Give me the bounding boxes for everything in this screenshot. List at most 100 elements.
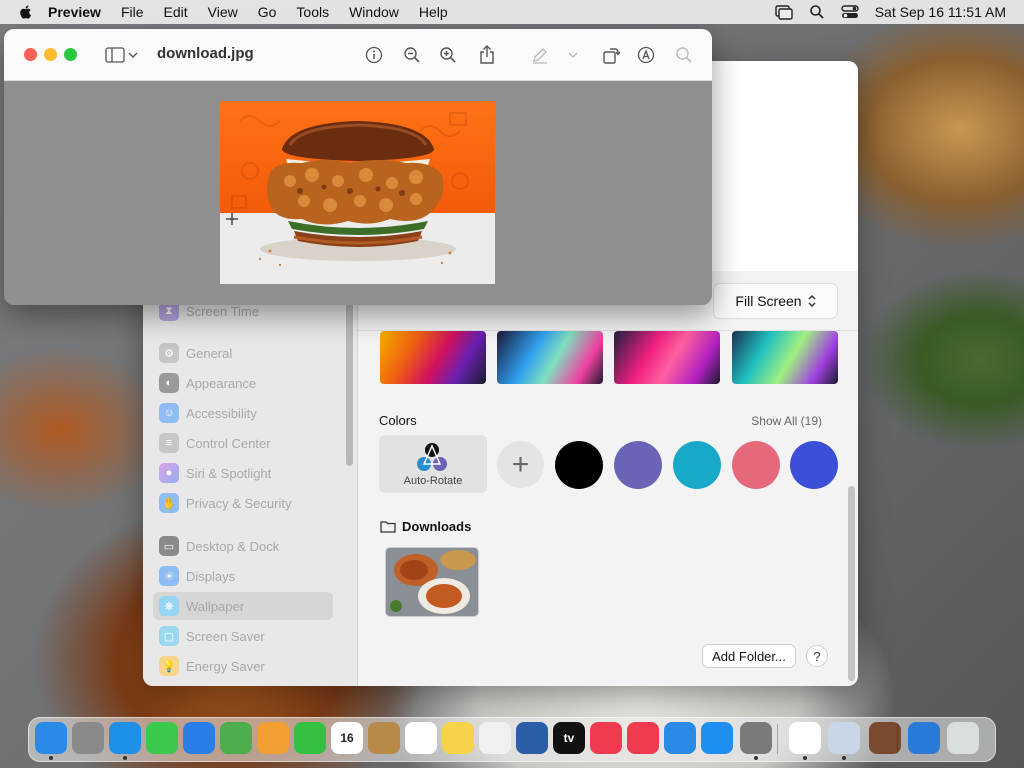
apple-menu-icon[interactable] <box>18 4 34 20</box>
dock-photos-icon[interactable] <box>257 722 289 754</box>
color-swatch-teal[interactable] <box>673 441 721 489</box>
sidebar-item-accessibility[interactable]: ☺ Accessibility <box>153 399 333 427</box>
help-button[interactable]: ? <box>806 645 828 667</box>
sidebar-toggle-icon[interactable] <box>105 45 125 65</box>
dock-reminders-icon[interactable] <box>405 722 437 754</box>
dock-system-settings-icon[interactable] <box>740 722 772 754</box>
info-icon[interactable] <box>364 45 384 65</box>
share-icon[interactable] <box>477 45 497 65</box>
dock-finder-icon[interactable] <box>35 722 67 754</box>
sidebar-item-label: Control Center <box>186 435 271 451</box>
wallpaper-icon: ❋ <box>159 596 179 616</box>
dock-notes-icon[interactable] <box>442 722 474 754</box>
dock-trash-icon[interactable] <box>947 722 979 754</box>
dock-maps-icon[interactable] <box>220 722 252 754</box>
dock-news-icon[interactable] <box>627 722 659 754</box>
wallpaper-thumbnail[interactable] <box>497 331 603 384</box>
dock-facetime-icon[interactable] <box>294 722 326 754</box>
auto-rotate-tile[interactable]: Auto-Rotate <box>379 435 487 493</box>
rotate-icon[interactable] <box>601 45 621 65</box>
sidebar-item-general[interactable]: ⚙ General <box>153 339 333 367</box>
dock-messages-icon[interactable] <box>146 722 178 754</box>
sidebar-item-control-center[interactable]: ≡ Control Center <box>153 429 333 457</box>
control-center-icon[interactable] <box>841 4 859 20</box>
markup-pen-icon[interactable] <box>530 45 550 65</box>
sidebar-item-siri-spotlight[interactable]: ● Siri & Spotlight <box>153 459 333 487</box>
content-scrollbar[interactable] <box>848 486 855 681</box>
screen-mirroring-icon[interactable] <box>775 4 793 20</box>
zoom-out-icon[interactable] <box>402 45 422 65</box>
sidebar-item-privacy-security[interactable]: ✋ Privacy & Security <box>153 489 333 517</box>
folder-icon <box>380 521 396 533</box>
control-center-icon: ≡ <box>159 433 179 453</box>
bulb-icon: 💡 <box>159 656 179 676</box>
minimize-button[interactable] <box>44 48 57 61</box>
wallpaper-thumbnails <box>380 331 840 384</box>
chevron-down-icon[interactable] <box>127 45 139 65</box>
dock-apple-tv-icon[interactable]: tv <box>553 722 585 754</box>
dock-app-store-icon[interactable] <box>701 722 733 754</box>
zoom-in-icon[interactable] <box>438 45 458 65</box>
show-all-colors-button[interactable]: Show All (19) <box>751 414 822 428</box>
sidebar-item-appearance[interactable]: ◐ Appearance <box>153 369 333 397</box>
fill-mode-select[interactable]: Fill Screen <box>713 283 838 319</box>
dock: 16 tv <box>28 717 996 762</box>
menu-file[interactable]: File <box>121 4 144 20</box>
running-indicator <box>803 756 807 760</box>
preview-window: download.jpg <box>4 29 712 305</box>
dock-keynote-icon[interactable] <box>664 722 696 754</box>
menu-view[interactable]: View <box>208 4 238 20</box>
wallpaper-thumbnail[interactable] <box>732 331 838 384</box>
dock-music-icon[interactable] <box>590 722 622 754</box>
menu-window[interactable]: Window <box>349 4 399 20</box>
menu-go[interactable]: Go <box>258 4 277 20</box>
wallpaper-thumbnail[interactable] <box>380 331 486 384</box>
food-photo-thumbnail <box>386 548 478 616</box>
sidebar-item-label: Privacy & Security <box>186 495 292 511</box>
dock-launchpad-icon[interactable] <box>72 722 104 754</box>
menubar-clock[interactable]: Sat Sep 16 11:51 AM <box>875 4 1006 20</box>
dock-mail-icon[interactable] <box>183 722 215 754</box>
wallpaper-thumbnail[interactable] <box>614 331 720 384</box>
dock-preview-icon[interactable] <box>828 722 860 754</box>
dock-contacts-icon[interactable] <box>368 722 400 754</box>
search-icon[interactable] <box>674 45 694 65</box>
menu-tools[interactable]: Tools <box>296 4 329 20</box>
add-folder-button[interactable]: Add Folder... <box>702 644 796 668</box>
dock-calendar-icon[interactable]: 16 <box>331 722 363 754</box>
zoom-button[interactable] <box>64 48 77 61</box>
running-indicator <box>49 756 53 760</box>
hand-icon: ✋ <box>159 493 179 513</box>
color-swatch-purple[interactable] <box>614 441 662 489</box>
sidebar-item-wallpaper[interactable]: ❋ Wallpaper <box>153 592 333 620</box>
screensaver-icon: ▢ <box>159 626 179 646</box>
sidebar-item-screen-saver[interactable]: ▢ Screen Saver <box>153 622 333 650</box>
downloads-label: Downloads <box>402 519 472 534</box>
plus-icon: + <box>511 447 530 481</box>
dock-virtualbox-icon[interactable] <box>516 722 548 754</box>
sidebar-scrollbar[interactable] <box>346 296 353 466</box>
sidebar-item-energy-saver[interactable]: 💡 Energy Saver <box>153 652 333 680</box>
dock-safari-icon[interactable] <box>109 722 141 754</box>
markup-chevron-icon[interactable] <box>567 45 579 65</box>
document-image[interactable] <box>220 101 495 284</box>
add-color-button[interactable]: + <box>497 441 544 488</box>
sidebar-item-displays[interactable]: ☀ Displays <box>153 562 333 590</box>
dock-globe-icon[interactable] <box>908 722 940 754</box>
menu-help[interactable]: Help <box>419 4 448 20</box>
dock-chrome-icon[interactable] <box>789 722 821 754</box>
close-button[interactable] <box>24 48 37 61</box>
color-swatch-pink[interactable] <box>732 441 780 489</box>
dock-freeform-icon[interactable] <box>479 722 511 754</box>
dock-separator <box>897 724 898 754</box>
downloads-wallpaper-thumbnail[interactable] <box>385 547 479 617</box>
spotlight-search-icon[interactable] <box>809 4 825 20</box>
color-swatch-black[interactable] <box>555 441 603 489</box>
color-swatch-blue[interactable] <box>790 441 838 489</box>
chicken-sandwich-photo <box>220 101 495 284</box>
sidebar-item-desktop-dock[interactable]: ▭ Desktop & Dock <box>153 532 333 560</box>
menu-edit[interactable]: Edit <box>164 4 188 20</box>
sidebar-item-label: Screen Time <box>186 303 259 319</box>
menu-app-name[interactable]: Preview <box>48 4 101 20</box>
markup-icon[interactable] <box>636 45 656 65</box>
